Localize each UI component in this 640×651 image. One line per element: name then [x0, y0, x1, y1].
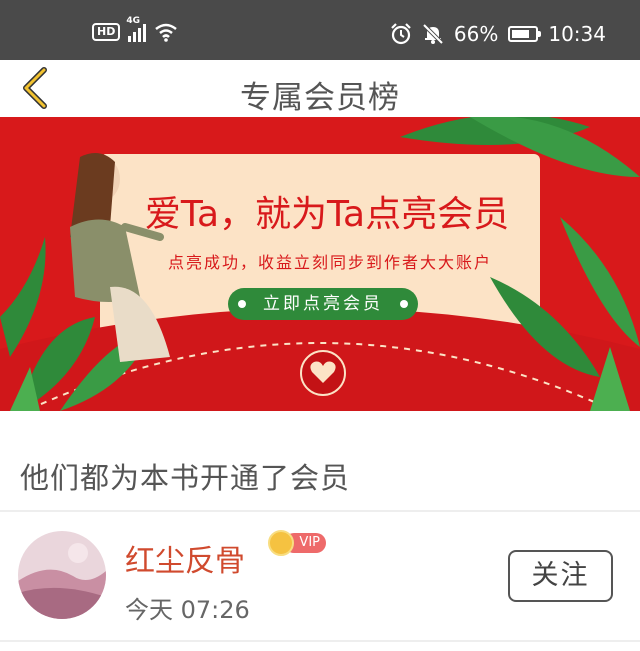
mute-icon	[422, 23, 444, 45]
clock: 10:34	[548, 22, 606, 46]
status-bar: HD 4G 66% 10:34	[0, 0, 640, 60]
alarm-icon	[391, 23, 411, 45]
member-banner[interactable]: 爱Ta，就为Ta点亮会员 点亮成功，收益立刻同步到作者大大账户 立即点亮会员	[0, 117, 640, 411]
wifi-icon	[155, 23, 178, 42]
divider	[0, 640, 640, 642]
status-right: 66% 10:34	[390, 22, 606, 46]
hd-icon: HD	[92, 23, 121, 41]
avatar-image	[18, 531, 106, 619]
avatar[interactable]	[18, 531, 106, 619]
status-left: HD 4G	[92, 16, 178, 42]
network-type: 4G	[126, 16, 140, 26]
member-time: 今天 07:26	[125, 596, 250, 624]
light-up-member-button[interactable]: 立即点亮会员	[228, 288, 418, 320]
vip-badge: VIP	[268, 530, 326, 556]
member-name[interactable]: 红尘反骨	[125, 536, 245, 580]
banner-headline: 爱Ta，就为Ta点亮会员	[144, 194, 510, 235]
crown-icon	[268, 530, 294, 556]
signal-icon: 4G	[126, 16, 147, 42]
follow-button[interactable]: 关注	[508, 550, 613, 602]
page-title: 专属会员榜	[240, 80, 400, 116]
battery-percent: 66%	[453, 22, 499, 46]
battery-icon	[508, 26, 542, 42]
header: 专属会员榜	[0, 60, 640, 117]
banner-subtitle: 点亮成功，收益立刻同步到作者大大账户	[167, 253, 492, 272]
member-row[interactable]: 红尘反骨 VIP 今天 07:26 关注	[0, 512, 640, 642]
section-title: 他们都为本书开通了会员	[20, 461, 351, 495]
